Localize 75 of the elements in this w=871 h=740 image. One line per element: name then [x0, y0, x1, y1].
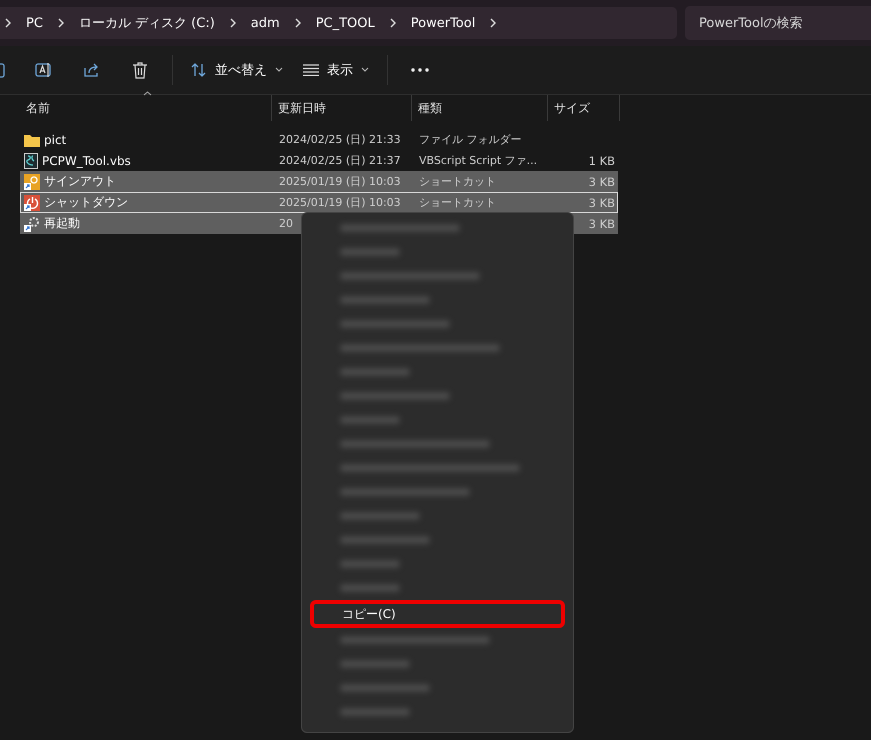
sort-arrows-icon	[191, 62, 207, 78]
lines-icon	[303, 64, 319, 76]
blurred-menu-item[interactable]	[340, 584, 400, 592]
date-cell-text: 20	[278, 217, 294, 230]
type-cell-text: ショートカット	[418, 174, 497, 189]
breadcrumb[interactable]: ローカル ディスク (C:)	[78, 14, 215, 32]
breadcrumb[interactable]: PowerTool	[410, 16, 476, 30]
blurred-menu-item[interactable]	[340, 368, 410, 376]
blurred-menu-item[interactable]	[340, 464, 520, 472]
type-cell-text: ファイル フォルダー	[418, 132, 522, 147]
blurred-menu-item[interactable]	[340, 416, 400, 424]
address-bar[interactable]: PC ローカル ディスク (C:) adm PC_TOOL PowerTool	[0, 7, 677, 39]
breadcrumb[interactable]: PC_TOOL	[316, 16, 375, 30]
rename-icon	[35, 62, 53, 78]
date-cell-text: 2024/02/25 (日) 21:37	[278, 153, 402, 168]
type-cell-text: VBScript Script ファ...	[418, 153, 538, 168]
sort-caret-icon	[143, 91, 152, 96]
column-header[interactable]: サイズ	[548, 95, 620, 121]
blurred-menu-item[interactable]	[340, 488, 470, 496]
date-cell-text: 2024/02/25 (日) 21:33	[278, 132, 402, 147]
column-header[interactable]: 更新日時	[272, 95, 412, 121]
blurred-menu-item[interactable]	[340, 248, 400, 256]
blurred-menu-item[interactable]	[340, 512, 420, 520]
file-row[interactable]: サインアウト 2025/01/19 (日) 10:03 ショートカット 3 KB	[20, 171, 618, 192]
blurred-menu-item[interactable]	[340, 536, 430, 544]
chevron-down-icon	[361, 67, 369, 73]
blurred-menu-item[interactable]	[340, 636, 490, 644]
view-button[interactable]: 表示	[293, 54, 379, 86]
menu-item[interactable]: コピー(C)	[310, 600, 565, 628]
shortcut-power-icon	[24, 194, 40, 210]
chevron-icon	[56, 17, 65, 29]
search-field[interactable]: PowerToolの検索	[685, 6, 871, 40]
column-header[interactable]: 種類	[412, 95, 548, 121]
folder-icon	[24, 132, 40, 146]
blurred-menu-item[interactable]	[340, 684, 430, 692]
date-cell-text: 2025/01/19 (日) 10:03	[278, 195, 402, 210]
blurred-menu-item[interactable]	[340, 344, 500, 352]
script-file-icon	[24, 152, 38, 168]
breadcrumb[interactable]: adm	[250, 16, 280, 30]
size-cell-text: 1 KB	[588, 154, 615, 168]
file-name: シャットダウン	[44, 194, 128, 211]
blurred-menu-item[interactable]	[340, 440, 490, 448]
blurred-menu-item[interactable]	[340, 560, 400, 568]
file-row[interactable]: PCPW_Tool.vbs 2024/02/25 (日) 21:37 VBScript Script ファ... 1 KB	[20, 150, 618, 171]
file-row[interactable]: pict 2024/02/25 (日) 21:33 ファイル フォルダー	[20, 129, 618, 150]
file-name: サインアウト	[44, 173, 116, 190]
shortcut-gear-icon	[24, 216, 40, 232]
trash-icon	[132, 62, 148, 78]
sort-button[interactable]: 並べ替え	[181, 54, 293, 86]
chevron-icon	[489, 17, 498, 29]
size-cell-text: 3 KB	[588, 216, 615, 230]
chevron-icon	[294, 17, 302, 29]
blurred-menu-item[interactable]	[340, 660, 410, 668]
blurred-menu-item[interactable]	[340, 320, 450, 328]
size-cell-text: 3 KB	[588, 196, 615, 210]
file-name: PCPW_Tool.vbs	[42, 154, 131, 168]
chevron-icon	[388, 17, 397, 29]
blurred-menu-item[interactable]	[340, 708, 410, 716]
file-row[interactable]: シャットダウン 2025/01/19 (日) 10:03 ショートカット 3 KB	[20, 192, 618, 213]
file-name: 再起動	[44, 215, 80, 232]
chevron-down-icon	[275, 67, 283, 73]
more-icon	[411, 68, 429, 72]
blurred-menu-item[interactable]	[340, 272, 480, 280]
date-cell-text: 2025/01/19 (日) 10:03	[278, 174, 402, 189]
column-header[interactable]: 名前	[20, 95, 272, 121]
blurred-menu-item[interactable]	[340, 224, 460, 232]
blurred-menu-item[interactable]	[340, 392, 450, 400]
chevron-icon	[228, 17, 237, 29]
file-name: pict	[44, 132, 66, 146]
type-cell-text: ショートカット	[418, 195, 497, 210]
size-cell-text: 3 KB	[588, 174, 615, 188]
shortcut-key-icon	[24, 174, 40, 190]
blurred-menu-item[interactable]	[340, 296, 430, 304]
chevron-icon	[4, 17, 12, 29]
breadcrumb[interactable]: PC	[26, 16, 43, 30]
